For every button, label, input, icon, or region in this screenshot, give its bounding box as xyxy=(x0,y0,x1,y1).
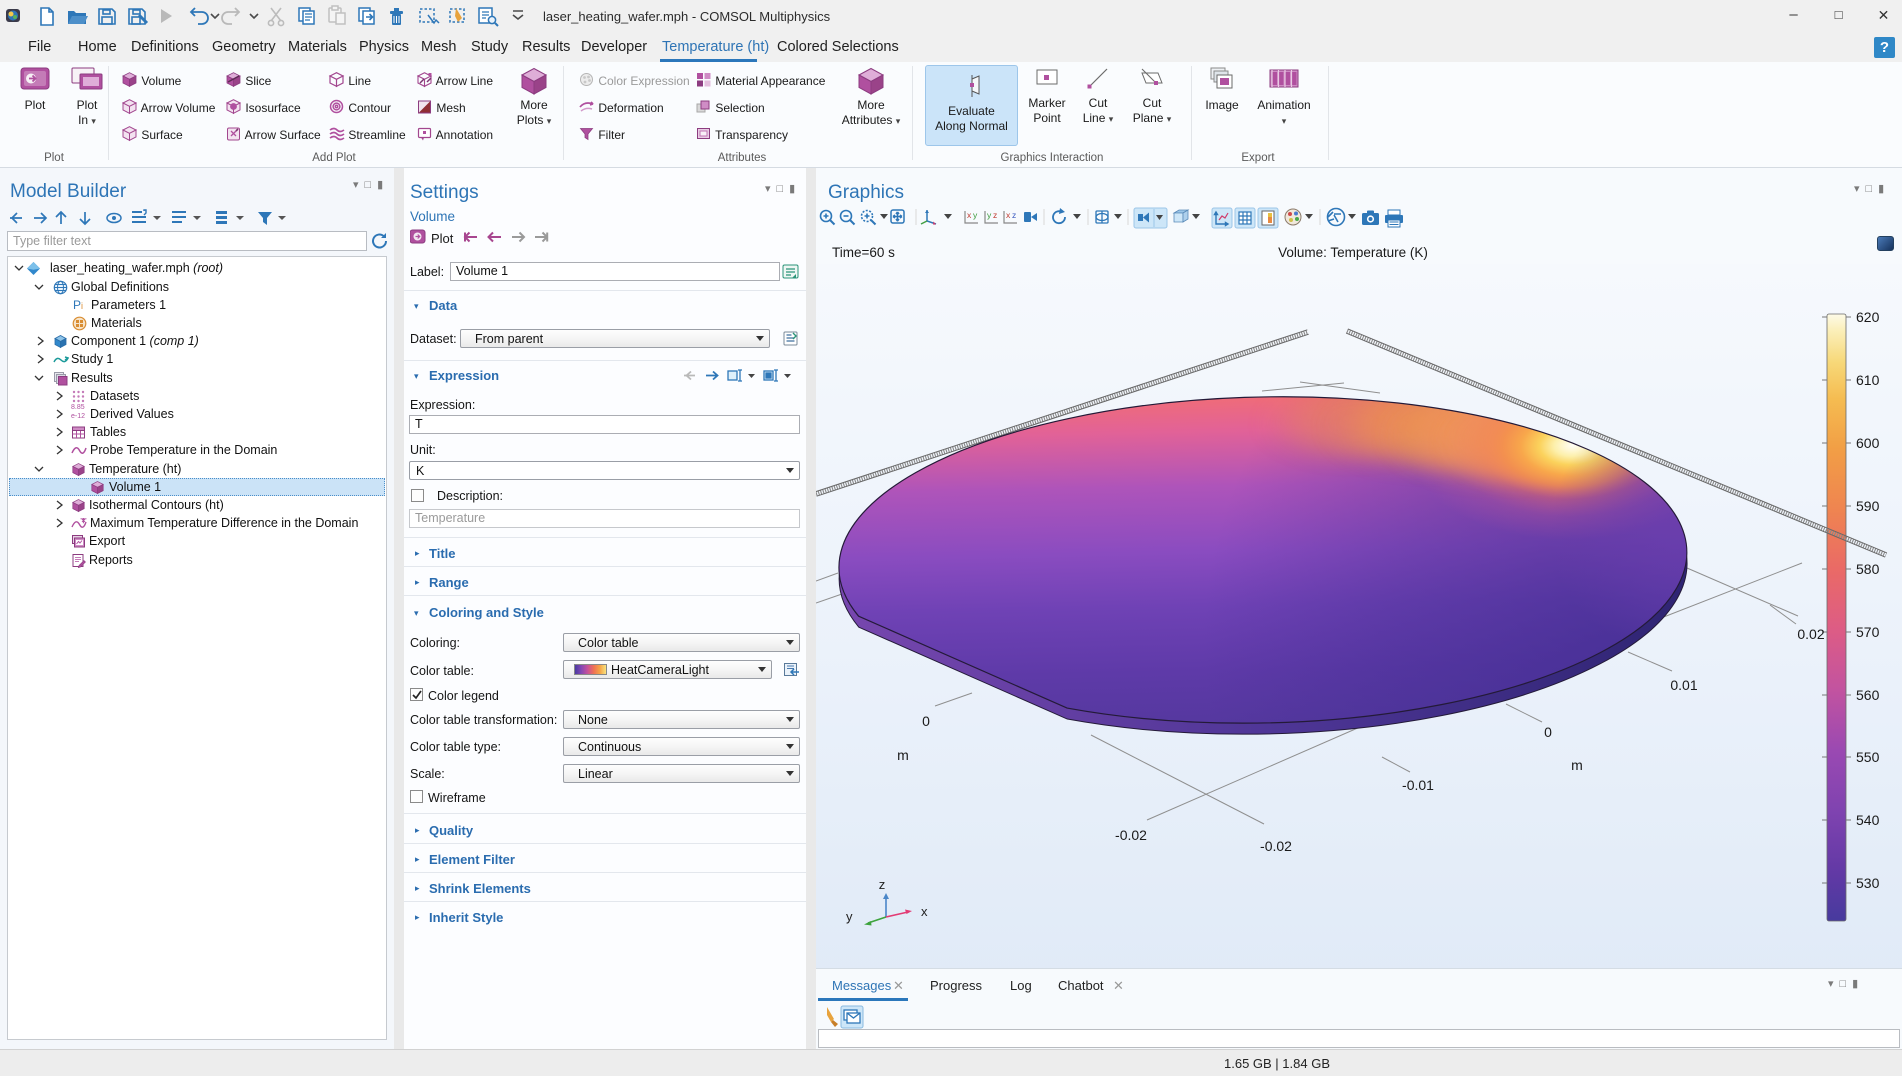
svg-text:0.02: 0.02 xyxy=(1797,626,1824,642)
svg-text:0: 0 xyxy=(922,713,930,729)
svg-text:x: x xyxy=(921,904,928,919)
svg-text:600: 600 xyxy=(1856,435,1880,451)
svg-text:y: y xyxy=(987,210,992,220)
svg-text:-0.02: -0.02 xyxy=(1115,827,1147,843)
svg-text:590: 590 xyxy=(1856,498,1880,514)
svg-text:620: 620 xyxy=(1856,309,1880,325)
svg-text:z: z xyxy=(879,877,886,892)
svg-text:530: 530 xyxy=(1856,875,1880,891)
svg-text:-0.02: -0.02 xyxy=(1260,838,1292,854)
svg-text:m: m xyxy=(897,747,909,763)
svg-text:0: 0 xyxy=(1544,724,1552,740)
svg-text:550: 550 xyxy=(1856,749,1880,765)
svg-text:540: 540 xyxy=(1856,812,1880,828)
svg-text:y: y xyxy=(973,210,978,220)
svg-text:z: z xyxy=(993,210,997,220)
svg-text:560: 560 xyxy=(1856,687,1880,703)
svg-text:580: 580 xyxy=(1856,561,1880,577)
svg-text:0.01: 0.01 xyxy=(1670,677,1697,693)
svg-text:-0.01: -0.01 xyxy=(1402,777,1434,793)
svg-text:570: 570 xyxy=(1856,624,1880,640)
svg-text:x: x xyxy=(967,210,972,220)
svg-text:m: m xyxy=(1571,757,1583,773)
svg-text:x: x xyxy=(1006,210,1011,220)
svg-text:610: 610 xyxy=(1856,372,1880,388)
svg-text:y: y xyxy=(846,909,853,924)
svg-text:z: z xyxy=(1012,210,1016,220)
